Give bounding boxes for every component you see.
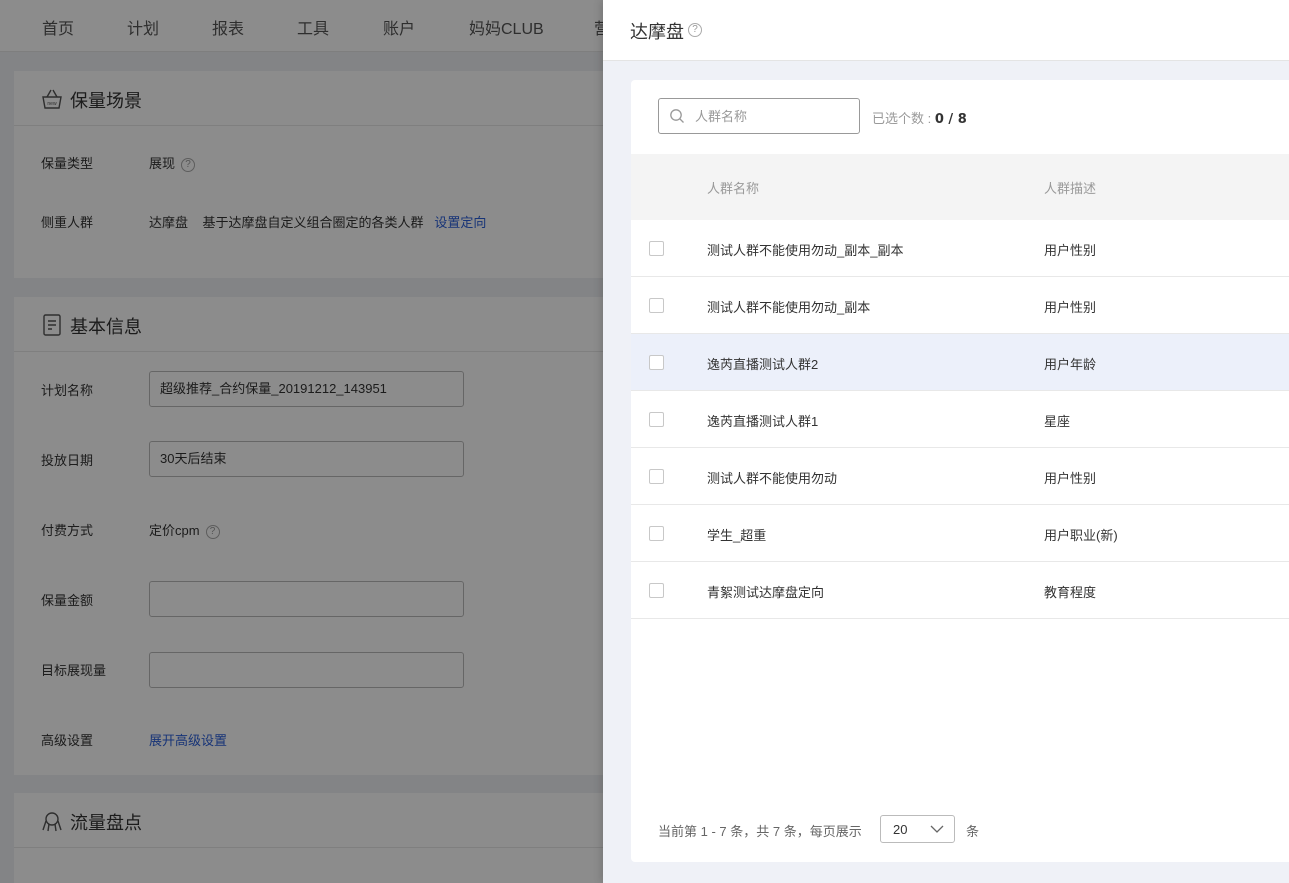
search-icon (670, 109, 684, 123)
table-row[interactable]: 逸芮直播测试人群2 用户年龄 (631, 334, 1289, 391)
crowd-search[interactable] (658, 98, 860, 134)
help-icon[interactable]: ? (688, 23, 702, 37)
page-size-unit: 条 (966, 824, 980, 839)
crowd-name: 逸芮直播测试人群1 (707, 414, 819, 429)
table-header: 人群名称 人群描述 (631, 154, 1289, 220)
column-header-name: 人群名称 (707, 181, 760, 196)
table-row[interactable]: 测试人群不能使用勿动_副本 用户性别 (631, 277, 1289, 334)
column-header-desc: 人群描述 (1044, 181, 1097, 196)
crowd-name: 学生_超重 (707, 528, 767, 543)
crowd-desc: 星座 (1044, 414, 1071, 429)
table-row[interactable]: 逸芮直播测试人群1 星座 (631, 391, 1289, 448)
page-size-select[interactable]: 20 (880, 815, 955, 843)
crowd-desc: 用户年龄 (1044, 357, 1097, 372)
drawer-title: 达摩盘 (630, 22, 684, 42)
crowd-name: 测试人群不能使用勿动_副本_副本 (707, 243, 904, 258)
row-checkbox[interactable] (649, 241, 664, 256)
crowd-desc: 用户性别 (1044, 243, 1097, 258)
crowd-name: 测试人群不能使用勿动 (707, 471, 838, 486)
selected-count-value: 0 / 8 (934, 112, 967, 127)
row-checkbox[interactable] (649, 355, 664, 370)
crowd-name: 测试人群不能使用勿动_副本 (707, 300, 871, 315)
crowd-desc: 教育程度 (1044, 585, 1097, 600)
crowd-name: 逸芮直播测试人群2 (707, 357, 819, 372)
dmp-drawer: 达摩盘 ? 已选个数 : 0 / 8 人群名称 人群描述 测试人群不能使用勿动_… (603, 0, 1289, 883)
row-checkbox[interactable] (649, 469, 664, 484)
search-input[interactable] (695, 107, 845, 125)
crowd-desc: 用户职业(新) (1044, 528, 1118, 543)
page-size-value: 20 (893, 822, 908, 837)
drawer-header: 达摩盘 ? (603, 0, 1289, 61)
pagination-summary: 当前第 1 - 7 条，共 7 条，每页展示 (658, 824, 862, 839)
row-checkbox[interactable] (649, 412, 664, 427)
row-checkbox[interactable] (649, 298, 664, 313)
crowd-panel: 已选个数 : 0 / 8 人群名称 人群描述 测试人群不能使用勿动_副本_副本用… (631, 80, 1289, 862)
row-checkbox[interactable] (649, 583, 664, 598)
selected-count-label: 已选个数 : (872, 111, 935, 126)
chevron-down-icon (930, 825, 944, 833)
modal-overlay[interactable] (0, 0, 603, 883)
crowd-name: 青絮测试达摩盘定向 (707, 585, 825, 600)
table-row[interactable]: 青絮测试达摩盘定向 教育程度 (631, 562, 1289, 619)
crowd-desc: 用户性别 (1044, 300, 1097, 315)
table-row[interactable]: 测试人群不能使用勿动_副本_副本 用户性别 (631, 220, 1289, 277)
crowd-desc: 用户性别 (1044, 471, 1097, 486)
row-checkbox[interactable] (649, 526, 664, 541)
table-row[interactable]: 学生_超重 用户职业(新) (631, 505, 1289, 562)
table-row[interactable]: 测试人群不能使用勿动 用户性别 (631, 448, 1289, 505)
selected-count: 已选个数 : 0 / 8 (872, 108, 967, 127)
